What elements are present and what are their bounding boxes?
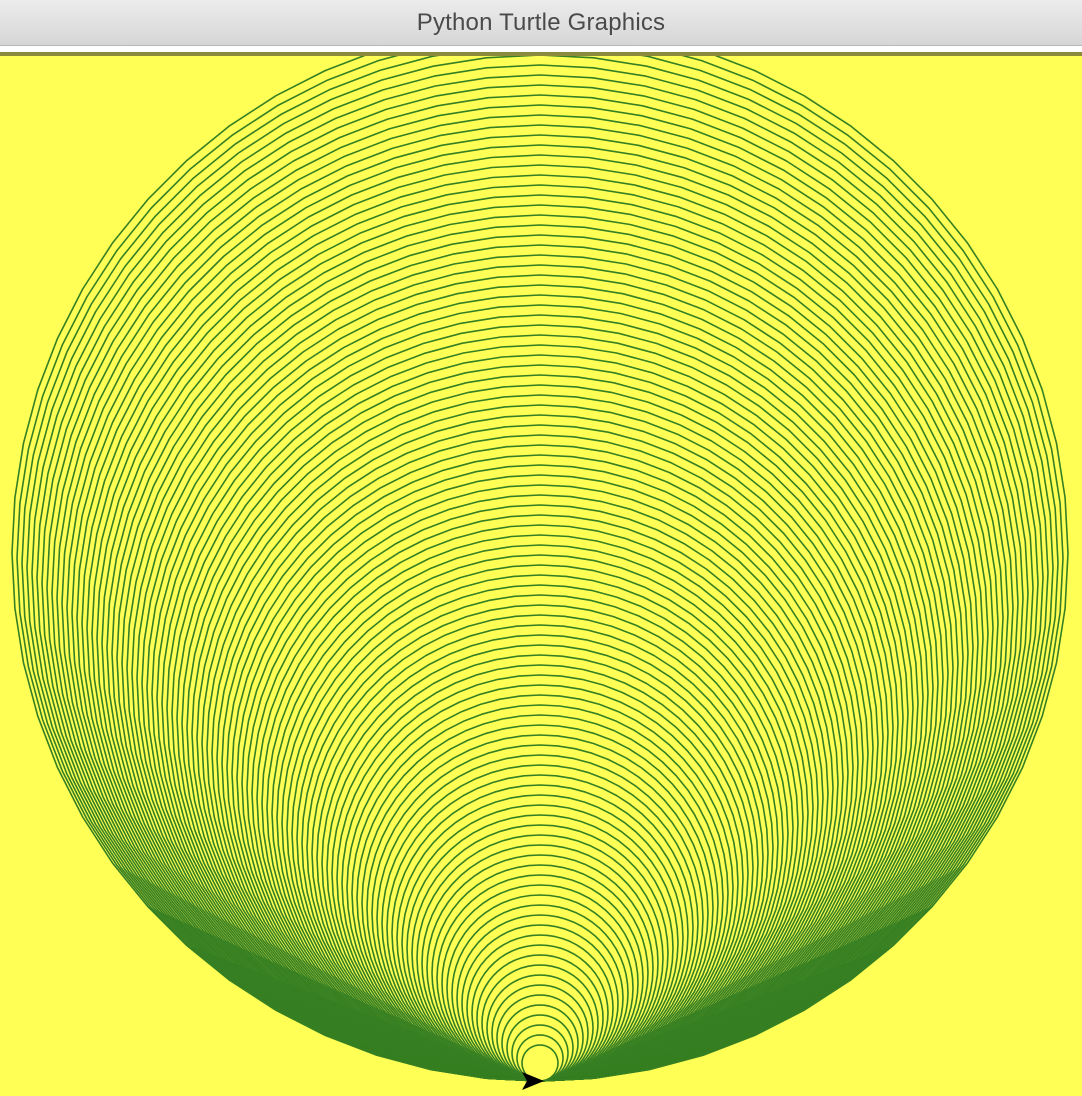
window-title: Python Turtle Graphics	[416, 9, 666, 36]
turtle-window: Python Turtle Graphics	[0, 0, 1082, 1096]
turtle-canvas[interactable]	[0, 56, 1082, 1096]
drawing-area[interactable]	[0, 56, 1082, 1096]
title-bar[interactable]: Python Turtle Graphics	[0, 0, 1082, 46]
